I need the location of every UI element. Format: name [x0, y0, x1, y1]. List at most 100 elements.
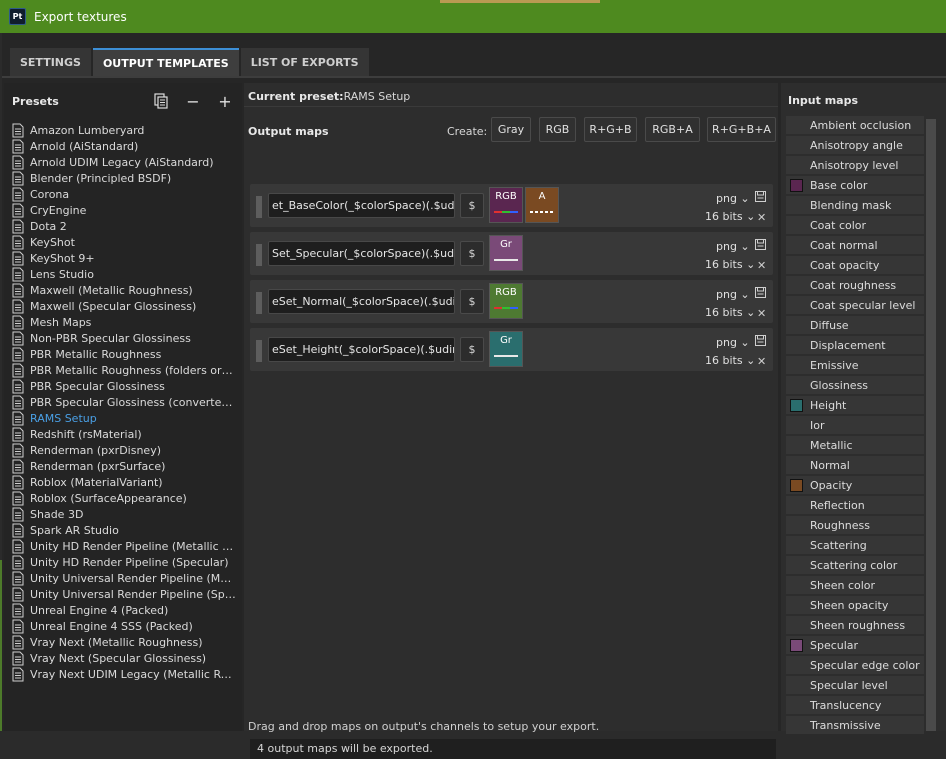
- insert-variable-button[interactable]: $: [460, 241, 484, 266]
- preset-item[interactable]: Blender (Principled BSDF): [4, 170, 242, 186]
- input-map-item[interactable]: Blending mask: [786, 196, 924, 214]
- insert-variable-button[interactable]: $: [460, 337, 484, 362]
- preset-item[interactable]: Vray Next (Metallic Roughness): [4, 634, 242, 650]
- drag-handle[interactable]: [256, 196, 262, 218]
- preset-item[interactable]: Unity Universal Render Pipeline (Spec...: [4, 586, 242, 602]
- input-map-item[interactable]: Reflection: [786, 496, 924, 514]
- preset-item[interactable]: PBR Metallic Roughness (folders or P...: [4, 362, 242, 378]
- input-map-item[interactable]: Sheen color: [786, 576, 924, 594]
- drag-handle[interactable]: [256, 244, 262, 266]
- format-dropdown[interactable]: png ⌄: [716, 192, 750, 205]
- input-map-item[interactable]: Diffuse: [786, 316, 924, 334]
- close-icon[interactable]: ✕: [757, 355, 766, 368]
- input-map-item[interactable]: Scattering color: [786, 556, 924, 574]
- drag-handle[interactable]: [256, 292, 262, 314]
- input-map-item[interactable]: Specular edge color: [786, 656, 924, 674]
- input-map-item[interactable]: Transmissive: [786, 716, 924, 734]
- bit-depth-dropdown[interactable]: 16 bits ⌄: [705, 210, 755, 223]
- input-map-item[interactable]: Coat normal: [786, 236, 924, 254]
- output-channel-slot[interactable]: RGB: [489, 283, 523, 319]
- preset-item[interactable]: Lens Studio: [4, 266, 242, 282]
- create-gray-button[interactable]: Gray: [491, 117, 531, 142]
- input-map-item[interactable]: Ior: [786, 416, 924, 434]
- preset-item[interactable]: Shade 3D: [4, 506, 242, 522]
- preset-item[interactable]: Amazon Lumberyard: [4, 122, 242, 138]
- create-rgb-a-button[interactable]: RGB+A: [645, 117, 700, 142]
- input-map-item[interactable]: Scattering: [786, 536, 924, 554]
- input-map-item[interactable]: Anisotropy level: [786, 156, 924, 174]
- preset-item[interactable]: KeyShot 9+: [4, 250, 242, 266]
- preset-item[interactable]: Maxwell (Specular Glossiness): [4, 298, 242, 314]
- tab-list-of-exports[interactable]: LIST OF EXPORTS: [240, 48, 369, 76]
- preset-item[interactable]: Redshift (rsMaterial): [4, 426, 242, 442]
- input-map-item[interactable]: Specular level: [786, 676, 924, 694]
- preset-item[interactable]: Unity HD Render Pipeline (Specular): [4, 554, 242, 570]
- duplicate-preset-icon[interactable]: [152, 92, 170, 110]
- preset-item[interactable]: Maxwell (Metallic Roughness): [4, 282, 242, 298]
- input-map-item[interactable]: Opacity: [786, 476, 924, 494]
- preset-item[interactable]: Arnold UDIM Legacy (AiStandard): [4, 154, 242, 170]
- preset-item[interactable]: Renderman (pxrDisney): [4, 442, 242, 458]
- preset-item[interactable]: Renderman (pxrSurface): [4, 458, 242, 474]
- input-map-item[interactable]: Sheen roughness: [786, 616, 924, 634]
- preset-item[interactable]: Vray Next (Specular Glossiness): [4, 650, 242, 666]
- preset-item[interactable]: Roblox (SurfaceAppearance): [4, 490, 242, 506]
- input-map-item[interactable]: Coat specular level: [786, 296, 924, 314]
- format-dropdown[interactable]: png ⌄: [716, 240, 750, 253]
- preset-item[interactable]: Vray Next UDIM Legacy (Metallic Rou...: [4, 666, 242, 682]
- output-filename-input[interactable]: eSet_Normal(_$colorSpace)(.$udim): [268, 289, 455, 314]
- format-dropdown[interactable]: png ⌄: [716, 336, 750, 349]
- preset-item[interactable]: Unity Universal Render Pipeline (Meta...: [4, 570, 242, 586]
- preset-item[interactable]: Mesh Maps: [4, 314, 242, 330]
- output-channel-slot[interactable]: RGB: [489, 187, 523, 223]
- preset-item[interactable]: Unreal Engine 4 SSS (Packed): [4, 618, 242, 634]
- input-map-item[interactable]: Metallic: [786, 436, 924, 454]
- preset-item[interactable]: KeyShot: [4, 234, 242, 250]
- output-filename-input[interactable]: eSet_Height(_$colorSpace)(.$udim): [268, 337, 455, 362]
- preset-item[interactable]: Corona: [4, 186, 242, 202]
- create-rgb-button[interactable]: RGB: [539, 117, 576, 142]
- preset-item[interactable]: Unity HD Render Pipeline (Metallic St...: [4, 538, 242, 554]
- input-map-item[interactable]: Emissive: [786, 356, 924, 374]
- create-r-g-b-a-button[interactable]: R+G+B+A: [707, 117, 776, 142]
- preset-item[interactable]: Arnold (AiStandard): [4, 138, 242, 154]
- drag-handle[interactable]: [256, 340, 262, 362]
- preset-item[interactable]: PBR Specular Glossiness (converted fr...: [4, 394, 242, 410]
- output-channel-slot[interactable]: Gr: [489, 235, 523, 271]
- preset-item[interactable]: Roblox (MaterialVariant): [4, 474, 242, 490]
- preset-item[interactable]: Non-PBR Specular Glossiness: [4, 330, 242, 346]
- save-map-icon[interactable]: [755, 191, 766, 202]
- remove-preset-icon[interactable]: −: [184, 92, 202, 111]
- output-filename-input[interactable]: et_BaseColor(_$colorSpace)(.$udim): [268, 193, 455, 218]
- save-map-icon[interactable]: [755, 287, 766, 298]
- input-map-item[interactable]: Coat color: [786, 216, 924, 234]
- input-map-item[interactable]: Specular: [786, 636, 924, 654]
- output-channel-slot[interactable]: A: [525, 187, 559, 223]
- preset-item[interactable]: CryEngine: [4, 202, 242, 218]
- close-icon[interactable]: ✕: [757, 211, 766, 224]
- bit-depth-dropdown[interactable]: 16 bits ⌄: [705, 354, 755, 367]
- preset-item[interactable]: PBR Metallic Roughness: [4, 346, 242, 362]
- preset-item[interactable]: Spark AR Studio: [4, 522, 242, 538]
- bit-depth-dropdown[interactable]: 16 bits ⌄: [705, 258, 755, 271]
- create-r-g-b-button[interactable]: R+G+B: [584, 117, 637, 142]
- input-map-item[interactable]: Sheen opacity: [786, 596, 924, 614]
- preset-item[interactable]: Unreal Engine 4 (Packed): [4, 602, 242, 618]
- preset-item[interactable]: PBR Specular Glossiness: [4, 378, 242, 394]
- insert-variable-button[interactable]: $: [460, 289, 484, 314]
- preset-item[interactable]: Dota 2: [4, 218, 242, 234]
- input-map-item[interactable]: Height: [786, 396, 924, 414]
- add-preset-icon[interactable]: +: [216, 92, 234, 111]
- input-map-item[interactable]: Displacement: [786, 336, 924, 354]
- output-channel-slot[interactable]: Gr: [489, 331, 523, 367]
- input-maps-scrollbar[interactable]: [926, 119, 936, 731]
- bit-depth-dropdown[interactable]: 16 bits ⌄: [705, 306, 755, 319]
- input-map-item[interactable]: Coat opacity: [786, 256, 924, 274]
- save-map-icon[interactable]: [755, 335, 766, 346]
- input-map-item[interactable]: Normal: [786, 456, 924, 474]
- tab-settings[interactable]: SETTINGS: [10, 48, 91, 76]
- format-dropdown[interactable]: png ⌄: [716, 288, 750, 301]
- input-map-item[interactable]: Glossiness: [786, 376, 924, 394]
- input-map-item[interactable]: Roughness: [786, 516, 924, 534]
- input-map-item[interactable]: Anisotropy angle: [786, 136, 924, 154]
